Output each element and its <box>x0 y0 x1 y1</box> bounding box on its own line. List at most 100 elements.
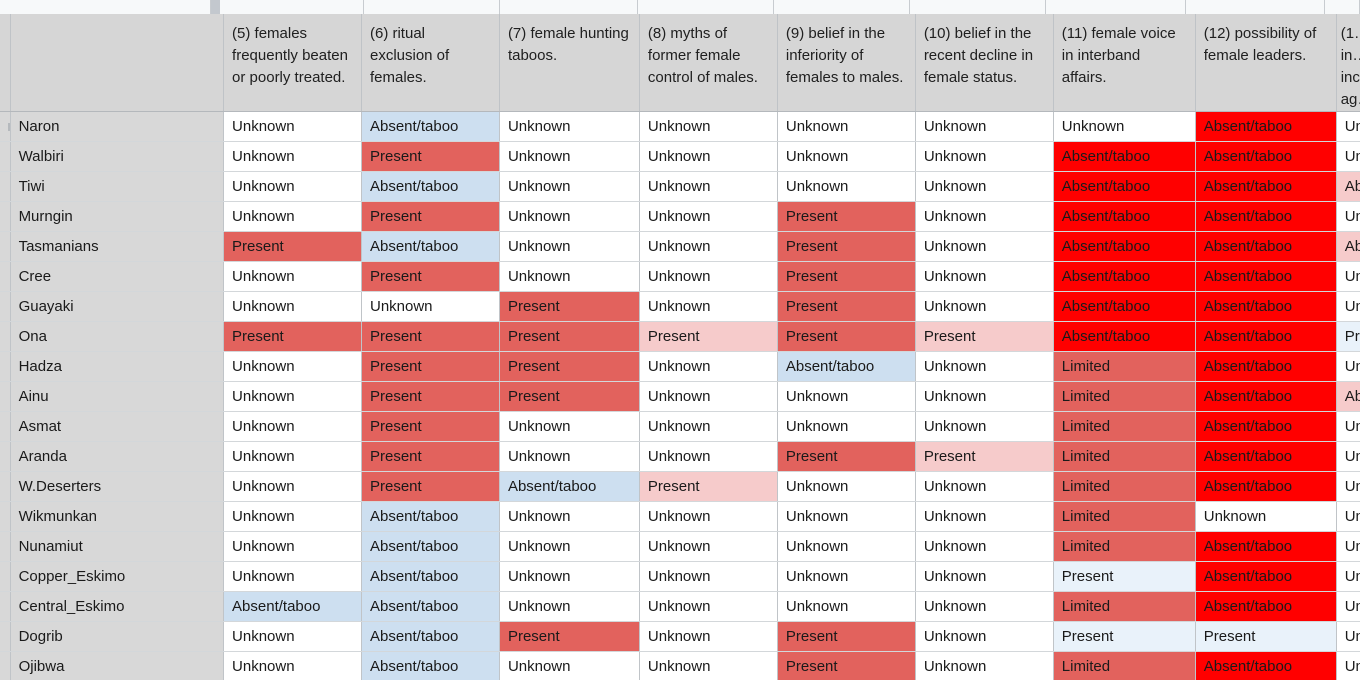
row-label-tasmanians[interactable]: Tasmanians <box>10 231 225 262</box>
cell-c13-ojibwa[interactable]: Un <box>1336 651 1360 680</box>
cell-c6-cree[interactable]: Present <box>361 261 500 292</box>
cell-c10-tasmanians[interactable]: Unknown <box>915 231 1054 262</box>
cell-c6-walbiri[interactable]: Present <box>361 141 500 172</box>
table-row[interactable]: Central_Eskimo Absent/taboo Absent/taboo Un… <box>0 591 1360 622</box>
cell-c9-walbiri[interactable]: Unknown <box>777 141 916 172</box>
cell-c8-wikmunkan[interactable]: Unknown <box>639 501 778 532</box>
row-label-dogrib[interactable]: Dogrib <box>10 621 225 652</box>
row-resize-gutter[interactable] <box>0 471 11 502</box>
cell-c6-w-deserters[interactable]: Present <box>361 471 500 502</box>
row-label-ainu[interactable]: Ainu <box>10 381 225 412</box>
cell-c10-asmat[interactable]: Unknown <box>915 411 1054 442</box>
row-label-tiwi[interactable]: Tiwi <box>10 171 225 202</box>
cell-c11-guayaki[interactable]: Absent/taboo <box>1053 291 1196 322</box>
cell-c6-ainu[interactable]: Present <box>361 381 500 412</box>
row-label-asmat[interactable]: Asmat <box>10 411 225 442</box>
cell-c6-ona[interactable]: Present <box>361 321 500 352</box>
cell-c6-hadza[interactable]: Present <box>361 351 500 382</box>
cell-c7-murngin[interactable]: Unknown <box>499 201 640 232</box>
cell-c9-guayaki[interactable]: Present <box>777 291 916 322</box>
cell-c5-w-deserters[interactable]: Unknown <box>223 471 362 502</box>
cell-c5-asmat[interactable]: Unknown <box>223 411 362 442</box>
table-row[interactable]: Asmat Unknown Present Unknown Unknown Unknown… <box>0 411 1360 442</box>
cell-c11-walbiri[interactable]: Absent/taboo <box>1053 141 1196 172</box>
row-resize-gutter[interactable] <box>0 231 11 262</box>
cell-c12-tasmanians[interactable]: Absent/taboo <box>1195 231 1337 262</box>
row-resize-gutter[interactable] <box>0 111 11 142</box>
cell-c9-murngin[interactable]: Present <box>777 201 916 232</box>
cell-c8-murngin[interactable]: Unknown <box>639 201 778 232</box>
cell-c8-dogrib[interactable]: Unknown <box>639 621 778 652</box>
cell-c7-naron[interactable]: Unknown <box>499 111 640 142</box>
cell-c10-copper-eskimo[interactable]: Unknown <box>915 561 1054 592</box>
table-row[interactable]: Ojibwa Unknown Absent/taboo Unknown Unknown P… <box>0 651 1360 680</box>
cell-c13-ona[interactable]: Pr <box>1336 321 1360 352</box>
cell-c13-w-deserters[interactable]: Un <box>1336 471 1360 502</box>
cell-c12-wikmunkan[interactable]: Unknown <box>1195 501 1337 532</box>
cell-c5-nunamiut[interactable]: Unknown <box>223 531 362 562</box>
cell-c11-murngin[interactable]: Absent/taboo <box>1053 201 1196 232</box>
cell-c8-ona[interactable]: Present <box>639 321 778 352</box>
cell-c12-w-deserters[interactable]: Absent/taboo <box>1195 471 1337 502</box>
row-resize-gutter[interactable] <box>0 381 11 412</box>
cell-c10-nunamiut[interactable]: Unknown <box>915 531 1054 562</box>
row-label-copper-eskimo[interactable]: Copper_Eskimo <box>10 561 225 592</box>
cell-c5-ainu[interactable]: Unknown <box>223 381 362 412</box>
cell-c10-w-deserters[interactable]: Unknown <box>915 471 1054 502</box>
cell-c10-walbiri[interactable]: Unknown <box>915 141 1054 172</box>
cell-c8-naron[interactable]: Unknown <box>639 111 778 142</box>
cell-c7-ojibwa[interactable]: Unknown <box>499 651 640 680</box>
column-header-c6[interactable]: (6) ritual exclusion of females. <box>361 14 500 112</box>
cell-c10-cree[interactable]: Unknown <box>915 261 1054 292</box>
cell-c6-asmat[interactable]: Present <box>361 411 500 442</box>
row-resize-gutter[interactable] <box>0 501 11 532</box>
cell-c9-naron[interactable]: Unknown <box>777 111 916 142</box>
cell-c12-aranda[interactable]: Absent/taboo <box>1195 441 1337 472</box>
cell-c7-tiwi[interactable]: Unknown <box>499 171 640 202</box>
cell-c13-guayaki[interactable]: Un <box>1336 291 1360 322</box>
cell-c7-central-eskimo[interactable]: Unknown <box>499 591 640 622</box>
row-resize-gutter[interactable] <box>0 651 11 680</box>
cell-c7-w-deserters[interactable]: Absent/taboo <box>499 471 640 502</box>
cell-c12-naron[interactable]: Absent/taboo <box>1195 111 1337 142</box>
cell-c9-aranda[interactable]: Present <box>777 441 916 472</box>
cell-c8-central-eskimo[interactable]: Unknown <box>639 591 778 622</box>
cell-c12-nunamiut[interactable]: Absent/taboo <box>1195 531 1337 562</box>
cell-c5-ona[interactable]: Present <box>223 321 362 352</box>
table-row[interactable]: Naron Unknown Absent/taboo Unknown Unknown Un… <box>0 111 1360 142</box>
cell-c11-hadza[interactable]: Limited <box>1053 351 1196 382</box>
cell-c10-dogrib[interactable]: Unknown <box>915 621 1054 652</box>
cell-c11-nunamiut[interactable]: Limited <box>1053 531 1196 562</box>
cell-c12-ojibwa[interactable]: Absent/taboo <box>1195 651 1337 680</box>
row-resize-gutter[interactable] <box>0 351 11 382</box>
cell-c7-wikmunkan[interactable]: Unknown <box>499 501 640 532</box>
cell-c10-guayaki[interactable]: Unknown <box>915 291 1054 322</box>
cell-c5-cree[interactable]: Unknown <box>223 261 362 292</box>
row-label-naron[interactable]: Naron <box>10 111 225 142</box>
cell-c12-cree[interactable]: Absent/taboo <box>1195 261 1337 292</box>
cell-c9-ojibwa[interactable]: Present <box>777 651 916 680</box>
row-label-guayaki[interactable]: Guayaki <box>10 291 225 322</box>
cell-c8-copper-eskimo[interactable]: Unknown <box>639 561 778 592</box>
cell-c9-dogrib[interactable]: Present <box>777 621 916 652</box>
cell-c5-naron[interactable]: Unknown <box>223 111 362 142</box>
row-resize-gutter[interactable] <box>0 561 11 592</box>
cell-c7-dogrib[interactable]: Present <box>499 621 640 652</box>
row-label-hadza[interactable]: Hadza <box>10 351 225 382</box>
cell-c13-hadza[interactable]: Un <box>1336 351 1360 382</box>
cell-c13-dogrib[interactable]: Un <box>1336 621 1360 652</box>
cell-c9-tasmanians[interactable]: Present <box>777 231 916 262</box>
row-resize-gutter[interactable] <box>0 171 11 202</box>
cell-c5-dogrib[interactable]: Unknown <box>223 621 362 652</box>
cell-c13-wikmunkan[interactable]: Un <box>1336 501 1360 532</box>
column-header-c5[interactable]: (5) females frequently beaten or poorly … <box>223 14 362 112</box>
cell-c11-ainu[interactable]: Limited <box>1053 381 1196 412</box>
cell-c11-copper-eskimo[interactable]: Present <box>1053 561 1196 592</box>
row-resize-gutter[interactable] <box>0 201 11 232</box>
cell-c13-nunamiut[interactable]: Un <box>1336 531 1360 562</box>
column-header-c9[interactable]: (9) belief in the inferiority of females… <box>777 14 916 112</box>
table-row[interactable]: Cree Unknown Present Unknown Unknown Present U… <box>0 261 1360 292</box>
column-header-c11[interactable]: (11) female voice in interband affairs. <box>1053 14 1196 112</box>
cell-c11-aranda[interactable]: Limited <box>1053 441 1196 472</box>
cell-c7-cree[interactable]: Unknown <box>499 261 640 292</box>
